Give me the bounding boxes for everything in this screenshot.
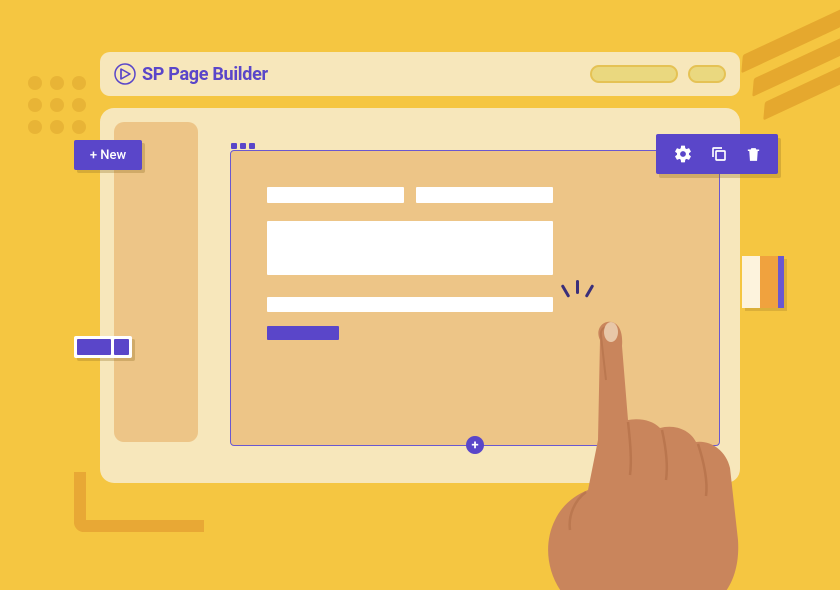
canvas-handles [231, 143, 255, 149]
new-button-label: + New [90, 148, 126, 163]
title-bar: SP Page Builder [100, 52, 740, 96]
action-pill[interactable] [688, 65, 726, 83]
decorative-stripes [739, 10, 840, 127]
gear-icon[interactable] [673, 144, 693, 164]
spacing-control[interactable] [74, 336, 132, 358]
logo-icon [114, 63, 136, 85]
form-submit-button[interactable] [267, 326, 339, 340]
element-toolbar [656, 134, 778, 174]
form-field[interactable] [416, 187, 553, 203]
copy-icon[interactable] [710, 145, 728, 163]
decorative-dots [28, 76, 86, 134]
app-title: SP Page Builder [142, 64, 268, 85]
sidebar-panel[interactable] [114, 122, 198, 442]
address-pill[interactable] [590, 65, 678, 83]
form-textarea[interactable] [267, 221, 553, 275]
spacing-segment [114, 339, 129, 355]
decorative-corner [74, 472, 204, 532]
address-controls [590, 65, 726, 83]
spacing-segment [77, 339, 111, 355]
pointing-hand-illustration [480, 290, 760, 590]
form-field[interactable] [267, 187, 404, 203]
app-logo: SP Page Builder [114, 63, 268, 85]
new-button[interactable]: + New [74, 140, 142, 170]
trash-icon[interactable] [745, 145, 762, 164]
